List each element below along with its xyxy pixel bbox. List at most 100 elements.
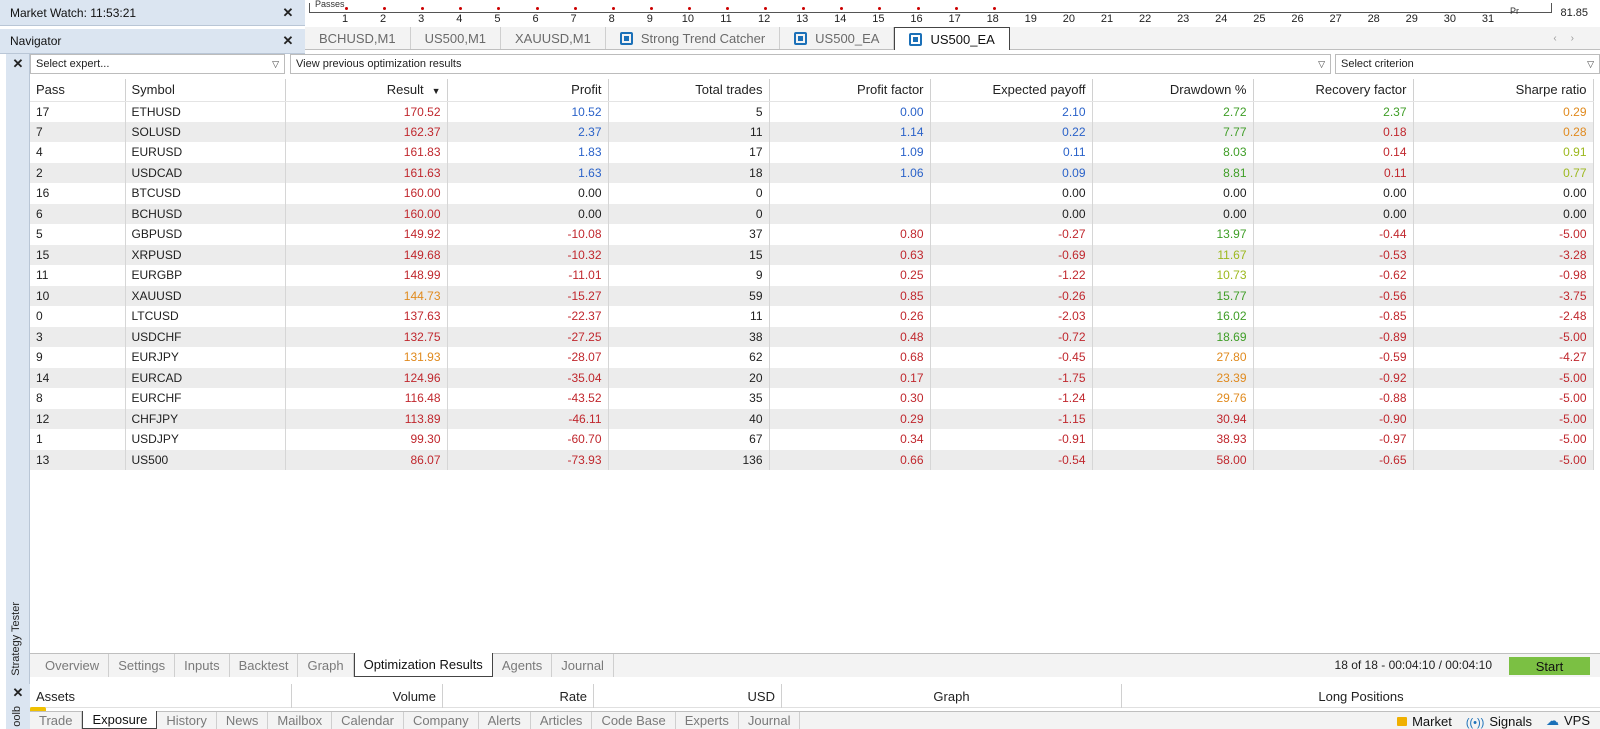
start-button[interactable]: Start bbox=[1509, 657, 1590, 675]
cell-pass: 5 bbox=[30, 224, 126, 245]
toolbox-tab[interactable]: Mailbox bbox=[268, 712, 333, 729]
table-row[interactable]: 9 EURJPY 131.93 -28.07 62 0.68 -0.45 27.80 -0.59… bbox=[30, 347, 1594, 368]
table-row[interactable]: 15 XRPUSD 149.68 -10.32 15 0.63 -0.69 11.67 -0.5… bbox=[30, 244, 1594, 265]
cell-result: 160.00 bbox=[285, 203, 448, 224]
tester-tab[interactable]: Agents bbox=[493, 654, 553, 677]
table-row[interactable]: 3 USDCHF 132.75 -27.25 38 0.48 -0.72 18.69 -0.89… bbox=[30, 326, 1594, 347]
tester-tab[interactable]: Settings bbox=[109, 654, 176, 677]
column-rate[interactable]: Rate bbox=[443, 684, 594, 708]
tab-scroll-left-icon[interactable]: ‹ bbox=[1553, 33, 1556, 44]
navigator-close-icon[interactable]: ✕ bbox=[281, 33, 295, 48]
toolbox-tab[interactable]: Calendar bbox=[332, 712, 404, 729]
column-header[interactable]: Result ▼ bbox=[285, 79, 448, 102]
tester-tab[interactable]: Optimization Results bbox=[353, 653, 493, 677]
strategy-tester-close-icon[interactable]: ✕ bbox=[11, 56, 25, 71]
cell-ep: -0.69 bbox=[930, 244, 1093, 265]
tester-tab[interactable]: Journal bbox=[552, 654, 614, 677]
table-row[interactable]: 0 LTCUSD 137.63 -22.37 11 0.26 -2.03 16.02 -0.85… bbox=[30, 306, 1594, 327]
chart-tab[interactable]: US500_EA bbox=[780, 27, 895, 49]
vps-link[interactable]: ☁ VPS bbox=[1546, 713, 1590, 729]
signals-link[interactable]: ((•)) Signals bbox=[1466, 714, 1532, 729]
select-expert-dropdown[interactable]: Select expert... ▽ bbox=[30, 54, 285, 74]
table-row[interactable]: 1 USDJPY 99.30 -60.70 67 0.34 -0.91 38.93 -0.97-… bbox=[30, 429, 1594, 450]
cell-dd: 2.72 bbox=[1092, 101, 1254, 122]
cell-pf: 0.26 bbox=[769, 306, 931, 327]
cell-result: 86.07 bbox=[285, 449, 448, 470]
column-usd[interactable]: USD bbox=[594, 684, 782, 708]
toolbox-tab[interactable]: Experts bbox=[676, 712, 739, 729]
tester-tab[interactable]: Graph bbox=[298, 654, 354, 677]
pass-dot bbox=[916, 7, 920, 10]
chart-tab[interactable]: Strong Trend Catcher bbox=[606, 27, 781, 49]
cell-result: 161.63 bbox=[285, 162, 448, 183]
table-row[interactable]: 11 EURGBP 148.99 -11.01 9 0.25 -1.22 10.73 -0.62… bbox=[30, 265, 1594, 286]
column-header[interactable]: Symbol bbox=[125, 79, 286, 102]
toolbox-tab[interactable]: Alerts bbox=[479, 712, 531, 729]
cell-profit: -27.25 bbox=[447, 326, 609, 347]
table-row[interactable]: 5 GBPUSD 149.92 -10.08 37 0.80 -0.27 13.97 -0.44… bbox=[30, 224, 1594, 245]
table-row[interactable]: 8 EURCHF 116.48 -43.52 35 0.30 -1.24 29.76 -0.88… bbox=[30, 388, 1594, 409]
table-row[interactable]: 12 CHFJPY 113.89 -46.11 40 0.29 -1.15 30.94 -0.9… bbox=[30, 408, 1594, 429]
column-header[interactable]: Profit bbox=[447, 79, 609, 102]
column-header[interactable]: Drawdown % bbox=[1092, 79, 1254, 102]
market-label: Market bbox=[1412, 713, 1452, 729]
pass-dot bbox=[611, 7, 615, 10]
table-row[interactable]: 6 BCHUSD 160.00 0.00 0 0.00 0.00 0.00 0.00 bbox=[30, 203, 1594, 224]
cell-result: 116.48 bbox=[285, 388, 448, 409]
column-header[interactable]: Expected payoff bbox=[930, 79, 1093, 102]
table-row[interactable]: 17 ETHUSD 170.52 10.52 5 0.00 2.10 2.72 2.37 0.29 bbox=[30, 101, 1594, 122]
tester-tab[interactable]: Backtest bbox=[230, 654, 299, 677]
chart-tab[interactable]: XAUUSD,M1 bbox=[501, 27, 606, 49]
cell-sr: -5.00 bbox=[1413, 408, 1594, 429]
cell-sr: -5.00 bbox=[1413, 326, 1594, 347]
column-graph[interactable]: Graph bbox=[782, 684, 1122, 708]
tester-tab[interactable]: Inputs bbox=[175, 654, 230, 677]
select-criterion-dropdown[interactable]: Select criterion ▽ bbox=[1335, 54, 1600, 74]
table-row[interactable]: 4 EURUSD 161.83 1.83 17 1.09 0.11 8.03 0.14 0.91 bbox=[30, 142, 1594, 163]
table-row[interactable]: 10 XAUUSD 144.73 -15.27 59 0.85 -0.26 15.77 -0.5… bbox=[30, 285, 1594, 306]
column-header[interactable]: Recovery factor bbox=[1253, 79, 1414, 102]
toolbox-tab[interactable]: Articles bbox=[531, 712, 593, 729]
expert-advisor-icon bbox=[909, 32, 923, 46]
tab-scroll-right-icon[interactable]: › bbox=[1571, 33, 1574, 44]
column-assets[interactable]: Assets bbox=[30, 684, 292, 708]
cell-profit: -22.37 bbox=[447, 306, 609, 327]
cell-dd: 7.77 bbox=[1092, 121, 1254, 142]
toolbox-tab[interactable]: Journal bbox=[739, 712, 801, 729]
pass-tick-label: 22 bbox=[1138, 13, 1152, 25]
table-row[interactable]: 16 BTCUSD 160.00 0.00 0 0.00 0.00 0.00 0.00 bbox=[30, 183, 1594, 204]
column-volume[interactable]: Volume bbox=[292, 684, 443, 708]
table-row[interactable]: 14 EURCAD 124.96 -35.04 20 0.17 -1.75 23.39 -0.9… bbox=[30, 367, 1594, 388]
cell-rf: -0.44 bbox=[1253, 224, 1414, 245]
column-header[interactable]: Total trades bbox=[608, 79, 770, 102]
chart-tab[interactable]: US500_EA bbox=[894, 27, 1010, 50]
table-row[interactable]: 7 SOLUSD 162.37 2.37 11 1.14 0.22 7.77 0.18 0.28 bbox=[30, 121, 1594, 142]
chart-tab[interactable]: BCHUSD,M1 bbox=[305, 27, 411, 49]
chart-tab[interactable]: US500,M1 bbox=[411, 27, 501, 49]
cell-trades: 17 bbox=[608, 142, 770, 163]
optimization-results-dropdown[interactable]: View previous optimization results ▽ bbox=[290, 54, 1331, 74]
toolbox-tab[interactable]: Company bbox=[404, 712, 479, 729]
pass-dot bbox=[878, 7, 882, 10]
toolbox-tab[interactable]: Trade bbox=[30, 712, 83, 729]
table-row[interactable]: 13 US500 86.07 -73.93 136 0.66 -0.54 58.00 -0.65… bbox=[30, 449, 1594, 470]
toolbox-tab[interactable]: Code Base bbox=[592, 712, 676, 729]
market-watch-close-icon[interactable]: ✕ bbox=[281, 5, 295, 20]
column-header[interactable]: Profit factor bbox=[769, 79, 931, 102]
toolbox-tab[interactable]: History bbox=[157, 712, 217, 729]
table-row[interactable]: 2 USDCAD 161.63 1.63 18 1.06 0.09 8.81 0.11 0.77 bbox=[30, 162, 1594, 183]
toolbox-close-icon[interactable]: ✕ bbox=[11, 685, 25, 700]
toolbox-tab[interactable]: Exposure bbox=[82, 711, 158, 729]
toolbox-tab[interactable]: News bbox=[217, 712, 269, 729]
cell-pass: 0 bbox=[30, 306, 126, 327]
cell-trades: 0 bbox=[608, 203, 770, 224]
column-header[interactable]: Pass bbox=[30, 79, 126, 102]
tester-tab[interactable]: Overview bbox=[36, 654, 110, 677]
cell-pf bbox=[769, 183, 931, 204]
vps-label: VPS bbox=[1563, 713, 1590, 728]
market-link[interactable]: Market bbox=[1397, 714, 1452, 729]
column-header[interactable]: Sharpe ratio bbox=[1413, 79, 1594, 102]
column-long-positions[interactable]: Long Positions bbox=[1122, 684, 1600, 708]
cell-sr: 0.29 bbox=[1413, 101, 1594, 122]
cell-result: 132.75 bbox=[285, 326, 448, 347]
